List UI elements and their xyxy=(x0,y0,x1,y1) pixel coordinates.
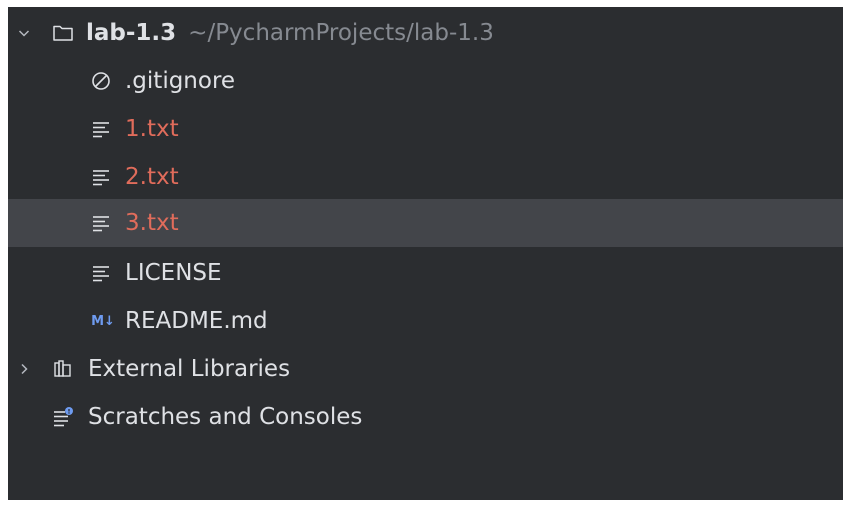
chevron-down-icon[interactable] xyxy=(16,25,32,41)
external-libraries-label: External Libraries xyxy=(88,356,291,382)
tree-row-project-root[interactable]: lab-1.3 ~/PycharmProjects/lab-1.3 xyxy=(8,9,843,57)
file-label: 2.txt xyxy=(125,164,179,190)
project-name: lab-1.3 xyxy=(86,20,177,46)
tree-row-file[interactable]: M↓ README.md xyxy=(8,297,843,345)
scratches-icon xyxy=(50,404,76,430)
folder-icon xyxy=(50,20,76,46)
text-file-icon xyxy=(88,260,114,286)
chevron-right-icon[interactable] xyxy=(16,361,32,377)
scratches-label: Scratches and Consoles xyxy=(88,404,363,430)
project-root-label: lab-1.3 ~/PycharmProjects/lab-1.3 xyxy=(86,9,494,57)
library-icon xyxy=(50,356,76,382)
file-label: 3.txt xyxy=(125,210,179,236)
file-label: LICENSE xyxy=(125,260,222,286)
project-path: ~/PycharmProjects/lab-1.3 xyxy=(188,20,494,46)
tree-row-file-selected[interactable]: 3.txt xyxy=(8,199,843,247)
text-file-icon xyxy=(88,116,114,142)
tree-row-file[interactable]: 2.txt xyxy=(8,153,843,201)
file-label: 1.txt xyxy=(125,116,179,142)
tree-row-file[interactable]: .gitignore xyxy=(8,57,843,105)
tree-row-file[interactable]: LICENSE xyxy=(8,249,843,297)
tree-row-file[interactable]: 1.txt xyxy=(8,105,843,153)
file-label: .gitignore xyxy=(125,68,236,94)
project-tree-panel: lab-1.3 ~/PycharmProjects/lab-1.3 .gitign… xyxy=(8,7,843,500)
text-file-icon xyxy=(88,210,114,236)
tree-row-scratches[interactable]: Scratches and Consoles xyxy=(8,393,843,441)
ignored-file-icon xyxy=(88,68,114,94)
markdown-file-icon: M↓ xyxy=(91,313,115,329)
file-label: README.md xyxy=(125,308,268,334)
tree-row-external-libraries[interactable]: External Libraries xyxy=(8,345,843,393)
text-file-icon xyxy=(88,164,114,190)
